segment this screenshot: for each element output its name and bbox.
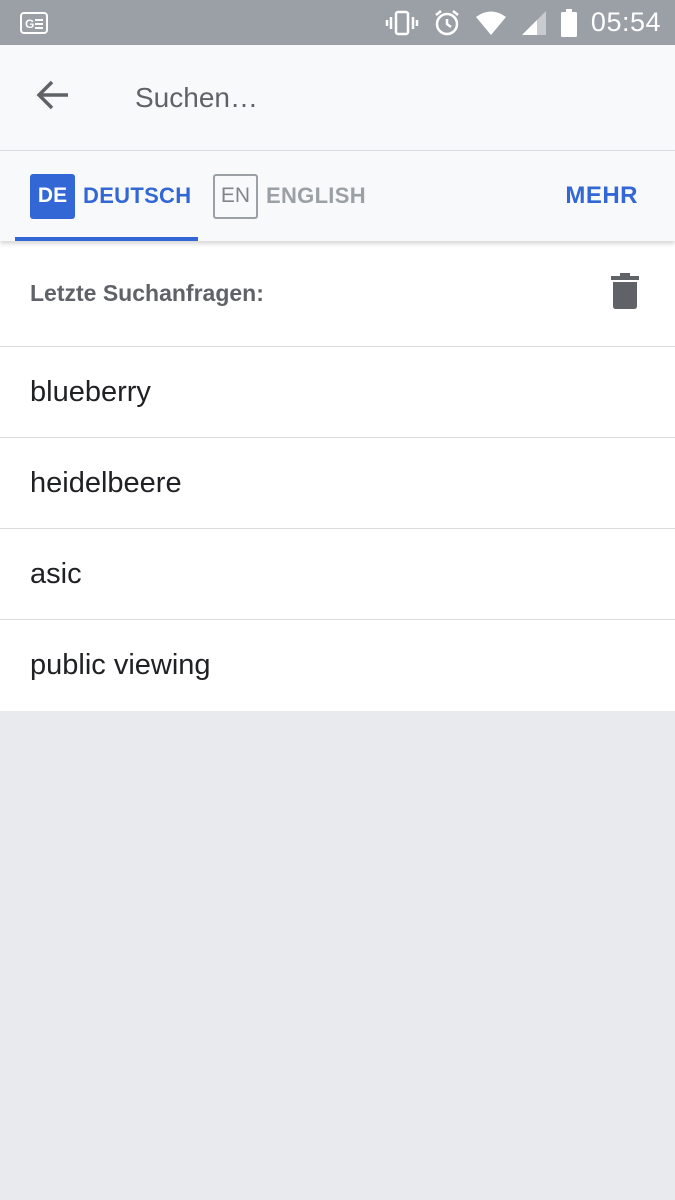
tab-deutsch[interactable]: DE DEUTSCH (15, 151, 198, 241)
wifi-icon (475, 10, 507, 36)
language-code-badge: EN (213, 173, 258, 219)
clear-history-button[interactable] (605, 273, 645, 314)
language-tab-bar: DE DEUTSCH EN ENGLISH MEHR (0, 151, 675, 241)
language-label: DEUTSCH (83, 183, 192, 208)
signal-icon (521, 10, 547, 36)
recent-search-item[interactable]: heidelbeere (0, 438, 675, 529)
status-time: 05:54 (590, 7, 661, 37)
search-input[interactable] (135, 72, 615, 123)
more-languages-button[interactable]: MEHR (565, 151, 638, 241)
recent-searches-header: Letzte Suchanfragen: (0, 241, 675, 347)
svg-text:G: G (25, 17, 34, 31)
battery-icon (560, 8, 577, 37)
recent-search-item[interactable]: blueberry (0, 347, 675, 438)
language-code-badge: DE (30, 173, 75, 219)
status-bar: G 05:54 (0, 0, 675, 45)
active-tab-indicator (15, 237, 198, 241)
alarm-icon (433, 9, 461, 37)
tab-english[interactable]: EN ENGLISH (213, 151, 383, 241)
recent-searches-panel: Letzte Suchanfragen: blueberry heidelbee… (0, 241, 675, 711)
search-bar (0, 45, 675, 151)
recent-search-item[interactable]: asic (0, 529, 675, 620)
vibrate-icon (385, 9, 419, 37)
trash-icon (611, 273, 639, 314)
arrow-left-icon (36, 80, 70, 115)
google-translate-notification-icon: G (20, 11, 48, 34)
language-label: ENGLISH (266, 183, 366, 208)
recent-searches-title: Letzte Suchanfragen: (30, 280, 264, 306)
recent-search-item[interactable]: public viewing (0, 620, 675, 711)
back-button[interactable] (23, 68, 83, 128)
